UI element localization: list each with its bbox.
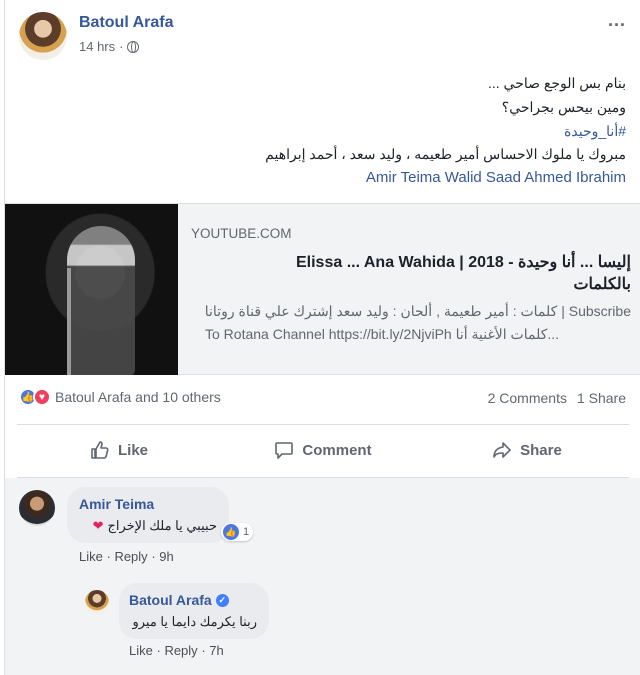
comment-reaction-count: 1 bbox=[243, 526, 250, 538]
hashtag-link[interactable]: #أنا_وحيدة bbox=[564, 123, 626, 140]
reply-time[interactable]: 7h bbox=[209, 643, 223, 658]
link-preview[interactable]: YOUTUBE.COM إليسا ... أنا وحيدة - 2018 |… bbox=[5, 203, 640, 375]
link-desc-line-1: Subscribe | كلمات : أمير طعيمة , ألحان :… bbox=[204, 303, 631, 319]
post-card: Batoul Arafa 14 hrs · ... بنام بس الوجع … bbox=[4, 0, 640, 675]
reply-avatar[interactable] bbox=[85, 590, 109, 614]
speech-bubble-icon bbox=[275, 442, 294, 459]
post-time[interactable]: 14 hrs bbox=[79, 39, 115, 54]
heart-emoji-icon: ❤ bbox=[92, 518, 104, 533]
reply-reply-link[interactable]: Reply bbox=[164, 643, 197, 658]
like-button[interactable]: Like bbox=[17, 428, 221, 472]
comment-reaction-badge[interactable]: 👍 1 bbox=[221, 523, 254, 541]
reply-author-name: Batoul Arafa bbox=[129, 592, 212, 608]
microphone-stand bbox=[67, 268, 71, 375]
reply-author[interactable]: Batoul Arafa ✓ bbox=[129, 592, 229, 608]
comment-actions: Like · Reply · 9h bbox=[79, 549, 174, 564]
comment-body: ❤ حبيبي يا ملك الإخراج bbox=[93, 518, 217, 534]
globe-icon bbox=[127, 40, 140, 53]
share-button[interactable]: Share bbox=[425, 428, 629, 472]
link-title-line-2: بالكلمات bbox=[573, 276, 631, 293]
post-text-line-4: مبروك يا ملوك الاحساس أمير طعيمه ، وليد … bbox=[265, 146, 626, 162]
comment-reply-link[interactable]: Reply bbox=[114, 549, 147, 564]
comments-count[interactable]: 2 Comments bbox=[488, 390, 567, 406]
engagement-counts: 2 Comments 1 Share bbox=[488, 390, 626, 406]
tagged-people[interactable]: Amir Teima Walid Saad Ahmed Ibrahim bbox=[366, 169, 626, 186]
reply-bubble: Batoul Arafa ✓ ربنا يكرمك دايما يا ميرو bbox=[119, 583, 269, 639]
reaction-summary[interactable]: 👍 ♥ Batoul Arafa and 10 others bbox=[19, 388, 221, 406]
author-name[interactable]: Batoul Arafa bbox=[79, 14, 174, 32]
meta-separator: · bbox=[119, 39, 124, 54]
commenter-avatar[interactable] bbox=[19, 490, 55, 526]
share-button-label: Share bbox=[520, 441, 562, 459]
like-reaction-icon: 👍 bbox=[223, 524, 239, 540]
reaction-summary-text[interactable]: Batoul Arafa and 10 others bbox=[55, 389, 221, 405]
post-text-line-2: ومين بيحس بجراحي؟ bbox=[501, 99, 626, 115]
like-button-label: Like bbox=[117, 441, 148, 459]
author-avatar[interactable] bbox=[19, 12, 67, 60]
action-bar: Like Comment Share bbox=[17, 428, 629, 472]
more-options-icon[interactable]: ... bbox=[608, 10, 626, 31]
comment-button-label: Comment bbox=[302, 441, 372, 459]
link-title-line-1: إليسا ... أنا وحيدة - 2018 | Elissa ... … bbox=[295, 254, 631, 271]
reaction-icons: 👍 ♥ bbox=[19, 388, 51, 406]
post-meta: 14 hrs · bbox=[79, 39, 140, 54]
reply-actions: Like · Reply · 7h bbox=[129, 643, 224, 658]
comment-text: حبيبي يا ملك الإخراج bbox=[107, 518, 217, 533]
reply-like-link[interactable]: Like bbox=[129, 643, 153, 658]
link-desc-line-2: To Rotana Channel https://bit.ly/2NjviPh… bbox=[205, 326, 560, 342]
video-thumbnail[interactable] bbox=[5, 204, 178, 375]
divider bbox=[17, 424, 629, 425]
divider bbox=[17, 477, 629, 478]
reply-text: ربنا يكرمك دايما يا ميرو bbox=[132, 614, 257, 629]
link-title[interactable]: إليسا ... أنا وحيدة - 2018 | Elissa ... … bbox=[191, 252, 631, 296]
thumbs-up-icon bbox=[91, 441, 109, 459]
verified-badge-icon: ✓ bbox=[215, 593, 229, 607]
comment-button[interactable]: Comment bbox=[221, 428, 425, 472]
share-arrow-icon bbox=[493, 442, 511, 458]
link-description: Subscribe | كلمات : أمير طعيمة , ألحان :… bbox=[191, 300, 631, 346]
singer-figure bbox=[67, 226, 135, 375]
comment-bubble: Amir Teima ❤ حبيبي يا ملك الإخراج bbox=[67, 487, 229, 543]
comment-like-link[interactable]: Like bbox=[79, 549, 103, 564]
post-text-line-1: بنام بس الوجع صاحي ... bbox=[488, 75, 626, 91]
love-reaction-icon: ♥ bbox=[33, 388, 51, 406]
link-domain: YOUTUBE.COM bbox=[191, 226, 292, 241]
shares-count[interactable]: 1 Share bbox=[577, 390, 626, 406]
comment-author[interactable]: Amir Teima bbox=[79, 496, 154, 512]
comment-time[interactable]: 9h bbox=[159, 549, 173, 564]
